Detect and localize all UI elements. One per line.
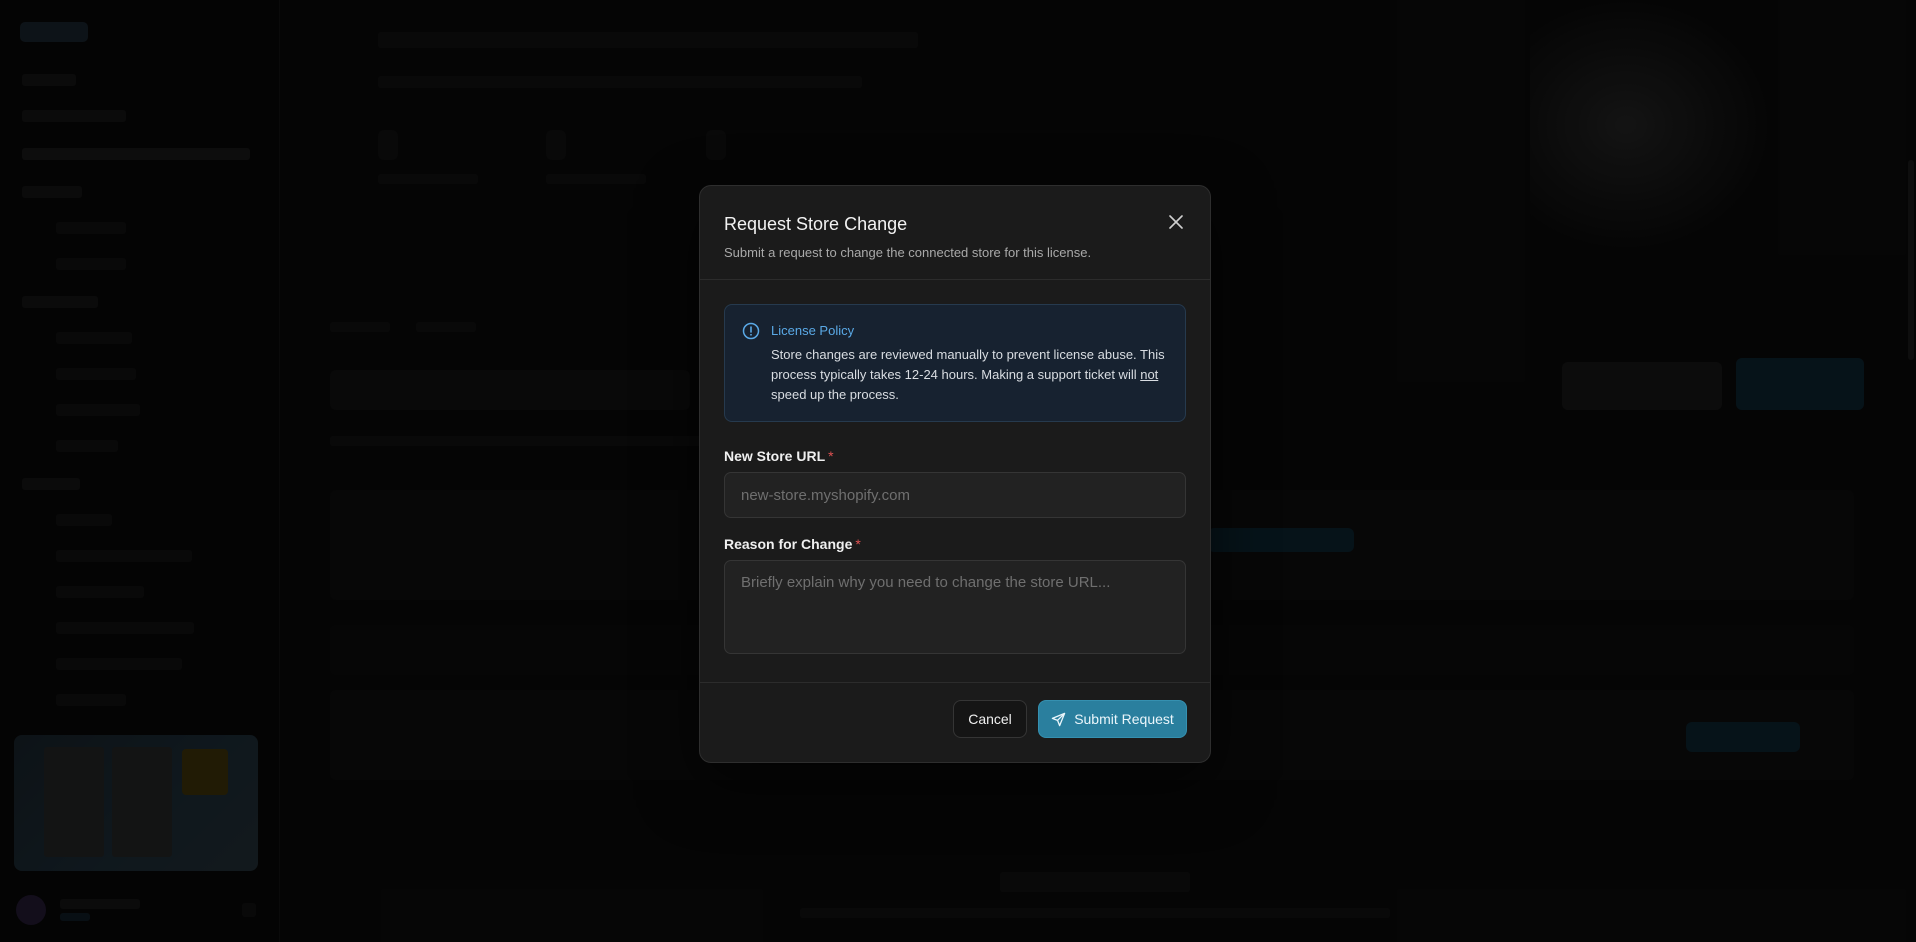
required-marker: * <box>855 536 861 552</box>
request-store-change-modal: Request Store Change Submit a request to… <box>699 185 1211 763</box>
policy-title: License Policy <box>771 323 855 338</box>
send-icon <box>1051 712 1066 726</box>
new-store-url-label: New Store URL * <box>724 448 834 464</box>
modal-title: Request Store Change <box>724 214 908 234</box>
modal-header: Request Store Change Submit a request to… <box>700 186 1210 280</box>
policy-emphasis: not <box>1140 367 1159 382</box>
reason-textarea[interactable] <box>724 560 1186 654</box>
info-circle-icon <box>742 322 760 340</box>
cancel-button[interactable]: Cancel <box>953 700 1027 738</box>
required-marker: * <box>828 448 834 464</box>
submit-label: Submit Request <box>1074 711 1174 727</box>
close-icon <box>1169 215 1183 229</box>
policy-body: Store changes are reviewed manually to p… <box>771 347 1165 402</box>
reason-label: Reason for Change * <box>724 536 861 552</box>
modal-footer: Cancel Submit Request <box>700 682 1210 762</box>
modal-subtitle: Submit a request to change the connected… <box>724 245 1092 260</box>
submit-request-button[interactable]: Submit Request <box>1038 700 1187 738</box>
close-button[interactable] <box>1164 210 1188 234</box>
new-store-url-input[interactable] <box>724 472 1186 518</box>
license-policy-notice: License Policy Store changes are reviewe… <box>724 304 1186 422</box>
